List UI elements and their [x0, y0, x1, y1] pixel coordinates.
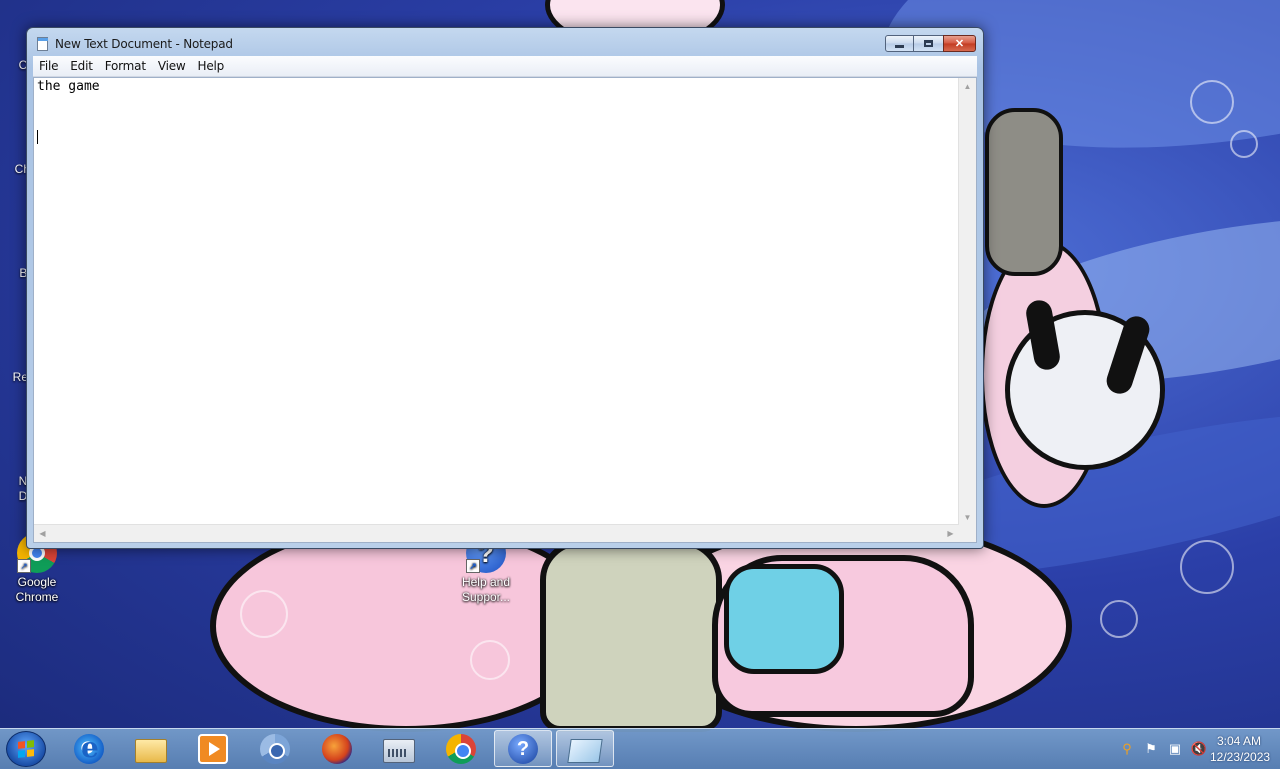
taskbar-firefox[interactable] [308, 730, 366, 767]
caption-buttons: ✕ [885, 35, 976, 53]
taskbar-windows-explorer[interactable] [122, 730, 180, 767]
menu-bar: File Edit Format View Help [33, 56, 977, 77]
notepad-icon [567, 738, 603, 763]
menu-view[interactable]: View [152, 59, 192, 73]
network-icon[interactable]: ▣ [1166, 740, 1184, 758]
windows-explorer-icon [135, 738, 167, 763]
wallpaper-bubble [240, 590, 288, 638]
maximize-icon [924, 40, 933, 47]
clock-time: 3:04 AM [1216, 734, 1262, 748]
taskbar-notepad[interactable] [556, 730, 614, 767]
taskbar-google-chrome[interactable] [432, 730, 490, 767]
search-icon[interactable]: ⚲ [1118, 740, 1136, 758]
editor-content[interactable]: the game [37, 78, 957, 508]
taskbar-chromium[interactable] [246, 730, 304, 767]
menu-help[interactable]: Help [192, 59, 231, 73]
taskbar-internet-explorer[interactable] [60, 730, 118, 767]
taskbar-on-screen-keyboard[interactable] [370, 730, 428, 767]
start-button[interactable] [6, 731, 46, 767]
taskbar: ? ⚲ ⚑ ▣ 🔇 3:04 AM 12/23/2023 [0, 728, 1280, 769]
firefox-icon [322, 733, 352, 764]
wallpaper-bubble [1180, 540, 1234, 594]
shortcut-arrow-icon: ↗ [17, 559, 31, 573]
notepad-window[interactable]: New Text Document - Notepad ✕ File Edit … [26, 27, 984, 549]
help-and-support-icon: ? [508, 733, 538, 764]
menu-format[interactable]: Format [99, 59, 152, 73]
vertical-scrollbar[interactable]: ▲ ▼ [958, 78, 976, 526]
action-center-flag-icon[interactable]: ⚑ [1142, 740, 1160, 758]
minimize-icon [895, 45, 904, 48]
scroll-left-icon[interactable]: ◀ [34, 525, 51, 542]
clock[interactable]: 3:04 AM 12/23/2023 [1210, 733, 1271, 765]
wallpaper-character [540, 540, 722, 732]
desktop-icon-label: Google Chrome [15, 575, 59, 604]
desktop-icon-label: Help and Suppor... [461, 575, 511, 604]
clock-date: 12/23/2023 [1210, 750, 1271, 764]
notepad-icon [37, 37, 48, 51]
scroll-right-icon[interactable]: ▶ [942, 525, 959, 542]
windows-logo-icon [18, 740, 34, 758]
chrome-icon [446, 733, 476, 764]
text-caret [37, 130, 38, 144]
menu-file[interactable]: File [33, 59, 64, 73]
taskbar-help-and-support[interactable]: ? [494, 730, 552, 767]
scroll-down-icon[interactable]: ▼ [959, 509, 976, 526]
maximize-button[interactable] [914, 35, 943, 52]
menu-edit[interactable]: Edit [64, 59, 98, 73]
system-tray: ⚲ ⚑ ▣ 🔇 [1118, 738, 1208, 760]
media-player-icon [198, 733, 228, 764]
window-title: New Text Document - Notepad [55, 37, 233, 51]
wallpaper-bubble [1230, 130, 1258, 158]
close-button[interactable]: ✕ [943, 35, 976, 52]
internet-explorer-icon [74, 731, 104, 764]
chromium-icon [260, 733, 290, 764]
taskbar-media-player[interactable] [184, 730, 242, 767]
wallpaper-bubble [470, 640, 510, 680]
close-icon: ✕ [954, 38, 965, 50]
shortcut-arrow-icon: ↗ [466, 559, 480, 573]
scroll-up-icon[interactable]: ▲ [959, 78, 976, 95]
wallpaper-bubble [1100, 600, 1138, 638]
wallpaper-character-face [724, 564, 844, 674]
wallpaper-character [985, 108, 1063, 276]
text-editor[interactable]: the game ▲ ▼ ◀ ▶ [33, 77, 977, 543]
resize-grip[interactable] [959, 525, 976, 542]
on-screen-keyboard-icon [383, 738, 415, 763]
minimize-button[interactable] [885, 35, 914, 52]
horizontal-scrollbar[interactable]: ◀ ▶ [34, 524, 959, 542]
wallpaper-bubble [1190, 80, 1234, 124]
volume-muted-icon[interactable]: 🔇 [1190, 740, 1208, 758]
